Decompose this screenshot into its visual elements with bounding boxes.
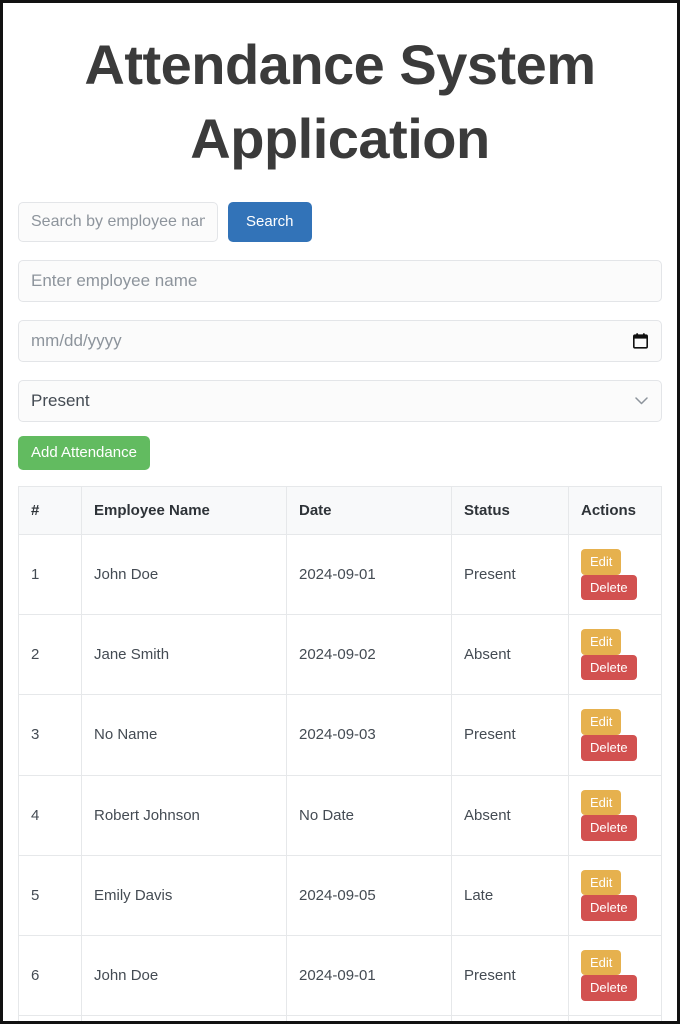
cell-name: Emily Davis — [81, 854, 287, 936]
search-input[interactable] — [18, 201, 218, 242]
cell-index: 2 — [18, 614, 82, 696]
cell-date: 2024-09-01 — [286, 533, 452, 616]
page-container: Attendance System Application Search Pre… — [3, 6, 677, 1021]
cell-index: 1 — [18, 533, 82, 616]
edit-button[interactable]: Edit — [581, 629, 622, 655]
cell-status: Present — [451, 1015, 569, 1021]
cell-index: 5 — [18, 854, 82, 936]
employee-name-field-block — [18, 259, 662, 302]
employee-name-input[interactable] — [18, 259, 662, 302]
edit-button[interactable]: Edit — [581, 548, 622, 575]
cell-date: No Date — [286, 774, 452, 856]
cell-actions: EditDelete — [568, 774, 662, 856]
table-row: 7Michael Wilson2024-09-06PresentEditDele… — [18, 1015, 662, 1021]
delete-button[interactable]: Delete — [581, 734, 637, 761]
cell-actions: EditDelete — [568, 934, 662, 1017]
cell-index: 3 — [18, 694, 82, 776]
cell-name: No Name — [81, 694, 287, 776]
add-attendance-row: Add Attendance — [18, 435, 662, 470]
page-title: Attendance System Application — [84, 33, 596, 171]
cell-index: 7 — [18, 1015, 82, 1021]
table-header-row: # Employee Name Date Status Actions — [18, 485, 662, 535]
table-body: 1 John Doe 2024-09-01 Present EditDelete 2 Jan… — [18, 533, 662, 1021]
table-row: 1 John Doe 2024-09-01 Present EditDelete — [18, 533, 662, 616]
cell-name: Michael Wilson — [81, 1015, 287, 1021]
edit-button[interactable]: Edit — [581, 869, 622, 896]
cell-date: 2024-09-06 — [286, 1015, 452, 1021]
edit-button[interactable]: Edit — [581, 789, 622, 816]
cell-date: 2024-09-03 — [286, 694, 452, 776]
attendance-table-wrapper: # Employee Name Date Status Actions 1 Joh… — [18, 485, 662, 1021]
cell-date: 2024-09-05 — [286, 854, 452, 936]
edit-button[interactable]: Edit — [581, 709, 622, 735]
cell-status: Absent — [451, 774, 569, 856]
delete-button[interactable]: Delete — [581, 895, 637, 921]
cell-status: Present — [451, 694, 569, 776]
delete-button[interactable]: Delete — [581, 815, 637, 841]
cell-status: Present — [451, 934, 569, 1017]
column-header-actions: Actions — [568, 485, 662, 535]
cell-actions: EditDelete — [568, 1015, 662, 1021]
cell-index: 6 — [18, 934, 82, 1017]
column-header-status: Status — [451, 485, 569, 535]
delete-button[interactable]: Delete — [581, 654, 637, 681]
delete-button[interactable]: Delete — [581, 975, 637, 1002]
add-attendance-button[interactable]: Add Attendance — [18, 435, 150, 470]
table-head: # Employee Name Date Status Actions — [18, 485, 662, 535]
column-header-name: Employee Name — [81, 485, 287, 535]
table-row: 6 John Doe 2024-09-01 Present EditDelete — [18, 934, 662, 1017]
cell-actions: EditDelete — [568, 854, 662, 936]
cell-actions: EditDelete — [568, 694, 662, 776]
date-field-block — [18, 319, 662, 362]
table-row: 3 No Name 2024-09-03 Present EditDelete — [18, 694, 662, 776]
cell-actions: EditDelete — [568, 533, 662, 616]
edit-button[interactable]: Edit — [581, 949, 622, 976]
attendance-table: # Employee Name Date Status Actions 1 Joh… — [18, 485, 662, 1021]
cell-status: Late — [451, 854, 569, 936]
column-header-date: Date — [286, 485, 452, 535]
cell-index: 4 — [18, 774, 82, 856]
cell-name: Robert Johnson — [81, 774, 287, 856]
status-select[interactable]: PresentAbsentLate — [18, 379, 662, 422]
status-field-block: PresentAbsentLate — [18, 379, 662, 422]
search-bar: Search — [18, 201, 662, 242]
cell-name: John Doe — [81, 533, 287, 616]
table-row: 2 Jane Smith 2024-09-02 Absent EditDelete — [18, 614, 662, 696]
cell-name: Jane Smith — [81, 614, 287, 696]
cell-date: 2024-09-02 — [286, 614, 452, 696]
attendance-date-input[interactable] — [18, 319, 662, 362]
table-row: 5 Emily Davis 2024-09-05 Late EditDelete — [18, 854, 662, 936]
table-row: 4 Robert Johnson No Date Absent EditDelete — [18, 774, 662, 856]
delete-button[interactable]: Delete — [581, 574, 637, 601]
cell-name: John Doe — [81, 934, 287, 1017]
cell-status: Absent — [451, 614, 569, 696]
cell-status: Present — [451, 533, 569, 616]
cell-date: 2024-09-01 — [286, 934, 452, 1017]
browser-viewport: Attendance System Application Search Pre… — [0, 0, 680, 1024]
cell-actions: EditDelete — [568, 614, 662, 696]
search-button[interactable]: Search — [228, 201, 312, 242]
column-header-index: # — [18, 485, 82, 535]
